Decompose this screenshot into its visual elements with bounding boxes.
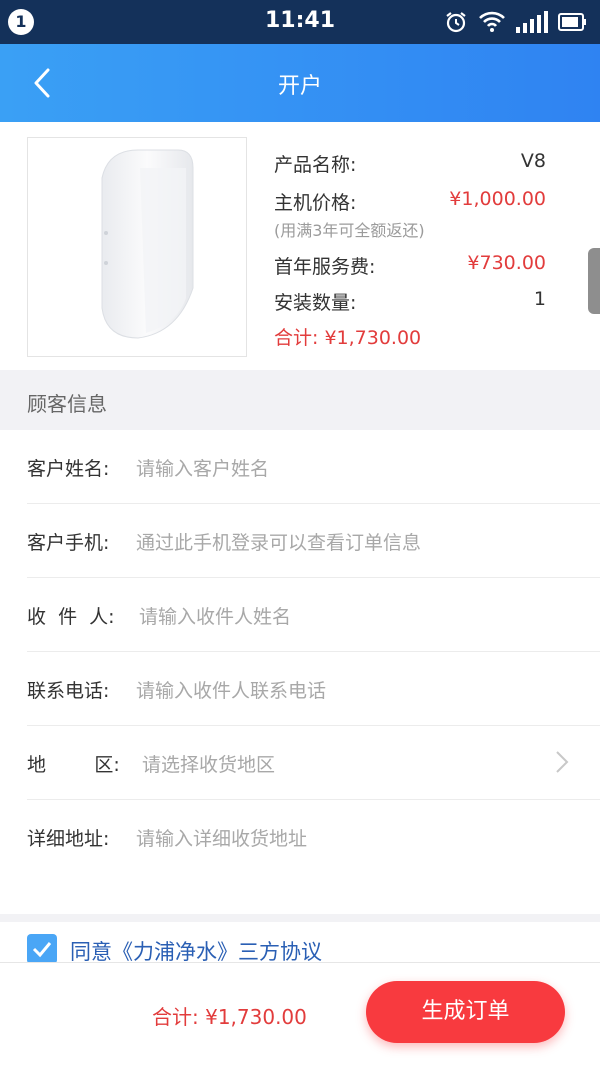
- quantity-label: 安装数量:: [274, 292, 357, 314]
- customer-form: 客户姓名: 请输入客户姓名 客户手机: 通过此手机登录可以查看订单信息 收 件 …: [0, 430, 600, 914]
- field-label: 客户姓名:: [27, 458, 110, 480]
- customer-phone-field[interactable]: 客户手机: 通过此手机登录可以查看订单信息: [0, 504, 600, 578]
- product-name-label: 产品名称:: [274, 154, 357, 176]
- customer-phone-input[interactable]: 通过此手机登录可以查看订单信息: [136, 528, 421, 555]
- quantity-value: 1: [533, 288, 546, 310]
- check-icon: [32, 942, 52, 958]
- generate-order-button[interactable]: 生成订单: [366, 981, 565, 1043]
- section-title: 顾客信息: [27, 392, 107, 416]
- product-name-value: V8: [520, 150, 546, 172]
- price-note: (用满3年可全额返还): [274, 221, 425, 240]
- footer-total: 合计: ¥1,730.00: [152, 1005, 307, 1029]
- field-label: 详细地址:: [27, 828, 110, 850]
- recipient-field[interactable]: 收 件 人: 请输入收件人姓名: [0, 578, 600, 652]
- price-value: ¥1,000.00: [449, 188, 546, 210]
- product-card: 产品名称: V8 主机价格: ¥1,000.00 (用满3年可全额返还) 首年服…: [0, 122, 600, 370]
- region-select[interactable]: 请选择收货地区: [142, 750, 275, 777]
- agreement-link[interactable]: 同意《力浦净水》三方协议: [70, 936, 322, 962]
- alarm-icon: [444, 10, 468, 34]
- status-bar: 1 11:41: [0, 0, 600, 44]
- customer-name-input[interactable]: 请输入客户姓名: [136, 454, 269, 481]
- battery-icon: [558, 12, 588, 32]
- status-icons: [444, 9, 588, 35]
- bottom-bar: 合计: ¥1,730.00 生成订单: [0, 962, 600, 1067]
- page-title: 开户: [277, 74, 322, 99]
- agreement-checkbox[interactable]: [27, 934, 57, 962]
- signal-icon: [516, 11, 548, 33]
- nav-bar: 开户: [0, 44, 600, 122]
- customer-section-header: 顾客信息: [0, 370, 600, 430]
- customer-name-field[interactable]: 客户姓名: 请输入客户姓名: [0, 430, 600, 504]
- address-input[interactable]: 请输入详细收货地址: [136, 824, 307, 851]
- field-label: 客户手机:: [27, 532, 110, 554]
- product-image: [27, 137, 247, 357]
- service-fee-value: ¥730.00: [467, 252, 546, 274]
- address-field[interactable]: 详细地址: 请输入详细收货地址: [0, 800, 600, 874]
- service-fee-label: 首年服务费:: [274, 256, 376, 278]
- product-total: 合计: ¥1,730.00: [274, 327, 422, 349]
- field-label: 联系电话:: [27, 680, 110, 702]
- service-fee-row: 首年服务费: ¥730.00: [274, 252, 546, 279]
- recipient-input[interactable]: 请输入收件人姓名: [139, 602, 291, 629]
- price-label: 主机价格:: [274, 192, 357, 214]
- agreement-row: 同意《力浦净水》三方协议: [0, 922, 600, 962]
- field-label: 地 区:: [27, 754, 120, 776]
- chevron-right-icon: [556, 751, 569, 773]
- product-name-row: 产品名称: V8: [274, 150, 546, 177]
- region-field[interactable]: 地 区: 请选择收货地区: [0, 726, 600, 800]
- contact-phone-field[interactable]: 联系电话: 请输入收件人联系电话: [0, 652, 600, 726]
- side-drag-handle[interactable]: [588, 248, 600, 314]
- price-row: 主机价格: ¥1,000.00: [274, 188, 546, 215]
- quantity-row: 安装数量: 1: [274, 288, 546, 315]
- wifi-icon: [478, 11, 506, 33]
- contact-phone-input[interactable]: 请输入收件人联系电话: [136, 676, 326, 703]
- field-label: 收 件 人:: [27, 606, 115, 628]
